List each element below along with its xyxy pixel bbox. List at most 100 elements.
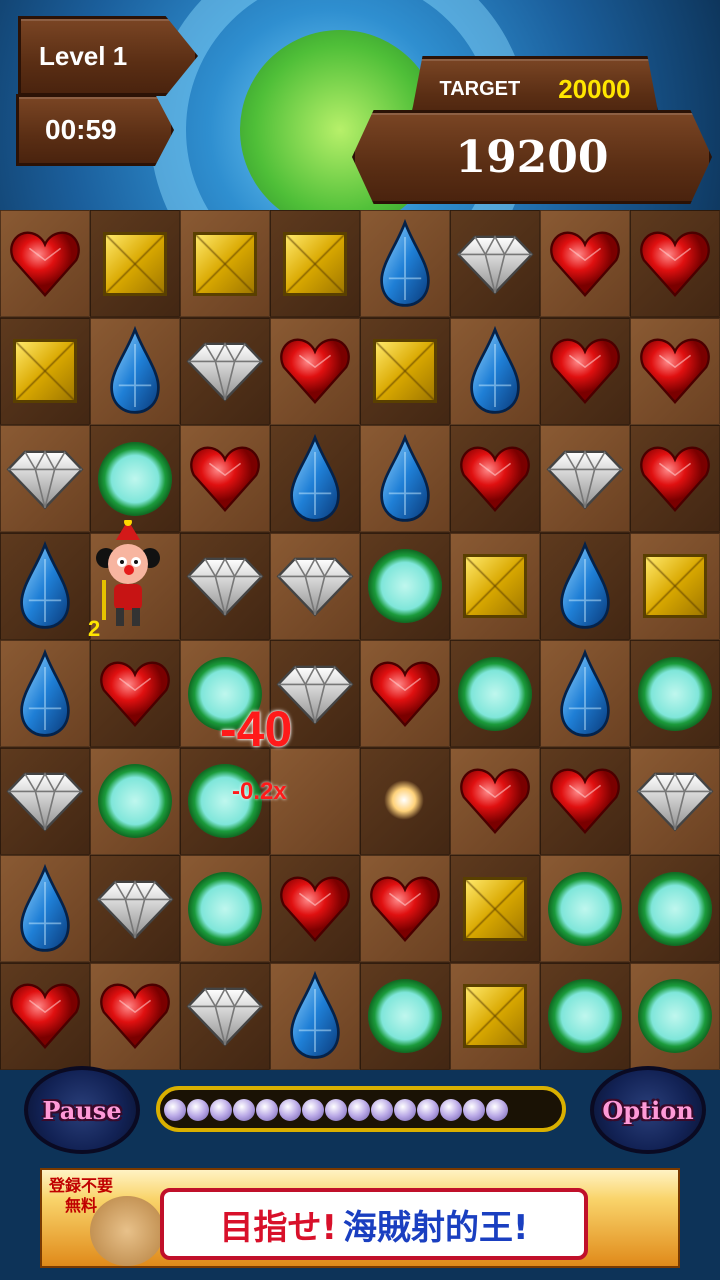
ruby-gem-icon — [280, 876, 350, 942]
board-cell[interactable] — [360, 532, 450, 640]
board-cell[interactable] — [360, 210, 450, 317]
board-cell[interactable] — [450, 640, 540, 747]
board-cell[interactable] — [0, 640, 90, 747]
board-cell[interactable] — [630, 425, 720, 532]
emerald-gem-icon — [368, 549, 442, 623]
ad-title-part1: 目指せ! — [219, 1207, 337, 1248]
board-cell[interactable] — [360, 962, 450, 1070]
board-cell[interactable] — [630, 640, 720, 747]
level-label: Level 1 — [39, 40, 128, 71]
board-cell[interactable] — [0, 747, 90, 855]
board-cell[interactable] — [270, 855, 360, 962]
board-cell[interactable] — [540, 210, 630, 317]
emerald-gem-icon — [368, 979, 442, 1053]
sapphire-gem-icon — [470, 326, 520, 414]
ad-banner[interactable]: 登録不要 無料 目指せ! 海賊射的王! — [40, 1168, 680, 1268]
board-cell[interactable] — [450, 317, 540, 425]
board-cell[interactable] — [630, 855, 720, 962]
progress-diamond-icon — [302, 1099, 324, 1121]
board-cell[interactable] — [360, 317, 450, 425]
board-cell[interactable] — [180, 532, 270, 640]
board-cell[interactable] — [360, 640, 450, 747]
board-cell[interactable] — [270, 532, 360, 640]
board-cell[interactable] — [270, 210, 360, 317]
ruby-gem-icon — [370, 661, 440, 727]
board-cell[interactable] — [540, 640, 630, 747]
diamond-gem-icon — [186, 342, 264, 402]
ruby-gem-icon — [370, 876, 440, 942]
board-cell[interactable] — [630, 532, 720, 640]
board-cell[interactable] — [360, 855, 450, 962]
sapphire-gem-icon — [20, 863, 70, 952]
level-plank: Level 1 — [18, 16, 198, 96]
multiplier-popup: -0.2x — [232, 778, 287, 805]
board-cell[interactable] — [180, 962, 270, 1070]
topaz-gem-icon — [373, 339, 437, 403]
board-cell[interactable] — [630, 317, 720, 425]
ad-badge-line1: 登録不要 — [48, 1176, 113, 1195]
board-cell[interactable] — [90, 317, 180, 425]
board-cell[interactable] — [0, 962, 90, 1070]
topaz-gem-icon — [463, 984, 527, 1048]
board-cell[interactable] — [90, 747, 180, 855]
board-cell[interactable] — [540, 962, 630, 1070]
board-cell[interactable] — [270, 425, 360, 532]
board-cell[interactable] — [630, 747, 720, 855]
board-cell[interactable] — [0, 855, 90, 962]
sapphire-gem-icon — [380, 433, 430, 522]
board-cell[interactable] — [540, 855, 630, 962]
progress-diamond-icon — [187, 1099, 209, 1121]
board-cell[interactable] — [0, 532, 90, 640]
board-cell[interactable] — [90, 855, 180, 962]
progress-diamond-icon — [233, 1099, 255, 1121]
board-cell[interactable] — [450, 425, 540, 532]
progress-diamond-icon — [463, 1099, 485, 1121]
progress-diamond-icon — [394, 1099, 416, 1121]
board-cell[interactable] — [0, 317, 90, 425]
topaz-gem-icon — [13, 339, 77, 403]
board-cell[interactable] — [90, 425, 180, 532]
sapphire-gem-icon — [110, 326, 160, 414]
option-label: Option — [602, 1095, 694, 1125]
ruby-gem-icon — [460, 446, 530, 512]
pause-button[interactable]: Pause — [24, 1066, 140, 1154]
ruby-gem-icon — [460, 768, 530, 834]
board-cell[interactable] — [270, 317, 360, 425]
board-cell[interactable] — [180, 210, 270, 317]
topaz-gem-icon — [463, 876, 527, 941]
pause-label: Pause — [42, 1095, 122, 1125]
board-cell[interactable] — [450, 532, 540, 640]
board-cell[interactable] — [450, 210, 540, 317]
emerald-gem-icon — [638, 656, 712, 731]
emerald-gem-icon — [638, 979, 712, 1053]
clown-character — [96, 520, 160, 626]
progress-diamond-icon — [256, 1099, 278, 1121]
board-cell[interactable] — [450, 747, 540, 855]
board-cell[interactable] — [90, 640, 180, 747]
emerald-gem-icon — [548, 979, 622, 1053]
board-cell[interactable] — [180, 855, 270, 962]
board-cell[interactable] — [450, 962, 540, 1070]
board-cell[interactable] — [90, 962, 180, 1070]
option-button[interactable]: Option — [590, 1066, 706, 1154]
progress-diamond-icon — [325, 1099, 347, 1121]
ad-title: 目指せ! 海賊射的王! — [160, 1188, 588, 1260]
topaz-gem-icon — [193, 231, 257, 296]
board-cell[interactable] — [450, 855, 540, 962]
board-cell[interactable] — [360, 425, 450, 532]
board-cell[interactable] — [540, 747, 630, 855]
board-cell[interactable] — [540, 532, 630, 640]
board-cell[interactable] — [90, 210, 180, 317]
board-cell[interactable] — [0, 210, 90, 317]
diamond-gem-icon — [636, 772, 714, 832]
board-cell[interactable] — [180, 317, 270, 425]
board-cell[interactable] — [540, 425, 630, 532]
board-cell[interactable] — [270, 962, 360, 1070]
board-cell[interactable] — [0, 425, 90, 532]
topaz-gem-icon — [643, 554, 707, 618]
board-cell[interactable] — [630, 962, 720, 1070]
board-cell[interactable] — [540, 317, 630, 425]
board-cell[interactable] — [630, 210, 720, 317]
emerald-gem-icon — [98, 441, 172, 516]
board-cell[interactable] — [180, 425, 270, 532]
